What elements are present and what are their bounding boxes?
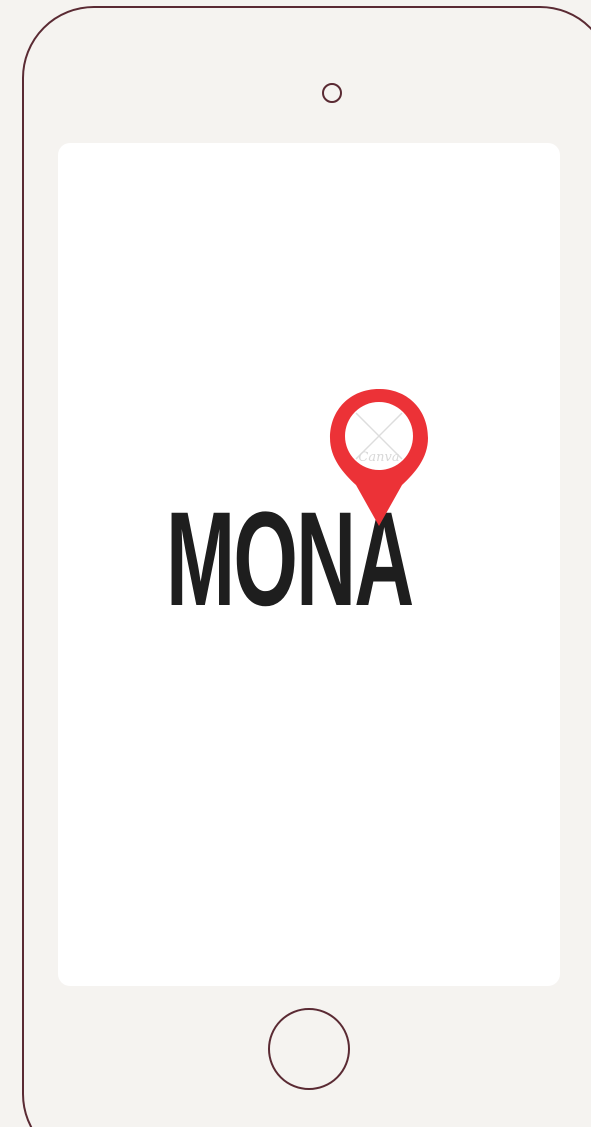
home-button[interactable] [268, 1008, 350, 1090]
location-pin-icon: Canva [330, 389, 428, 526]
mona-logo: MONA Canva [160, 385, 445, 627]
pin-watermark: Canva [358, 450, 399, 465]
canvas: MONA Canva [0, 0, 591, 1127]
camera-icon [322, 83, 342, 103]
